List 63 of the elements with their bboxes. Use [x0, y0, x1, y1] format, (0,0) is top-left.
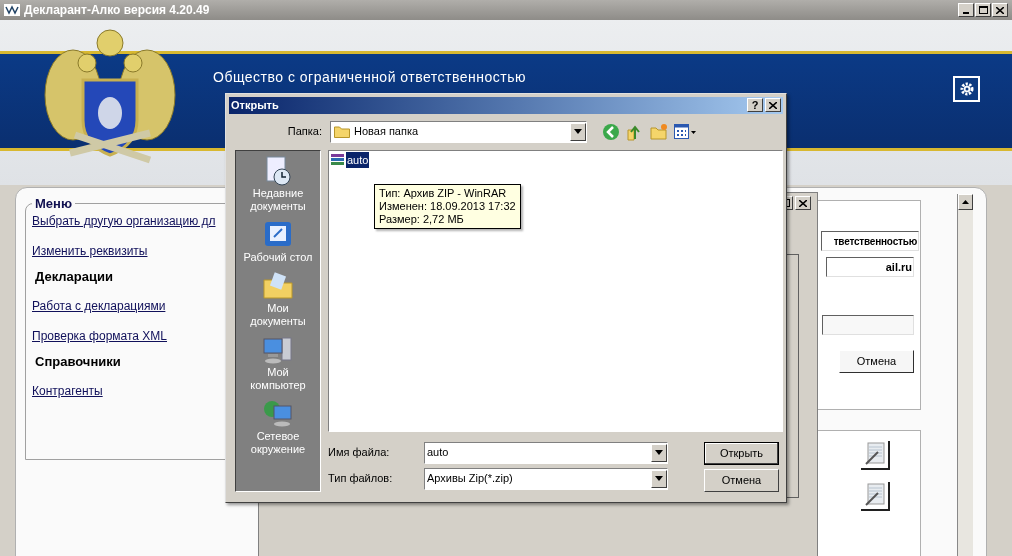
maximize-button[interactable] [975, 3, 991, 17]
edit-document-icon [863, 483, 886, 508]
cancel-button[interactable]: Отмена [839, 350, 914, 373]
section-heading: Справочники [35, 353, 121, 369]
archive-icon [330, 151, 346, 168]
text-field[interactable]: тветственностью [821, 231, 919, 251]
folder-name: Новая папка [354, 124, 420, 140]
help-button[interactable]: ? [747, 98, 763, 113]
text-field[interactable] [822, 315, 914, 335]
minimize-button[interactable] [958, 3, 974, 17]
folder-dropdown[interactable]: Новая папка [330, 120, 587, 143]
close-icon [799, 199, 807, 207]
tooltip-line: Изменен: 18.09.2013 17:32 [379, 199, 516, 213]
view-menu-icon[interactable] [674, 123, 696, 140]
file-name-label: Имя файла: [328, 445, 391, 461]
dropdown-button[interactable] [570, 122, 586, 141]
tooltip-line: Тип: Архив ZIP - WinRAR [379, 186, 508, 200]
caret-icon [574, 129, 582, 134]
close-button[interactable] [992, 3, 1008, 17]
close-button[interactable] [765, 98, 781, 113]
place-item[interactable]: Рабочий стол [236, 218, 320, 268]
cancel-button[interactable]: Отмена [704, 468, 779, 492]
window-title: Декларант-Алко версия 4.20.49 [24, 2, 211, 19]
menu-link[interactable]: Работа с декларациями [32, 298, 166, 314]
dropdown-button[interactable] [651, 443, 667, 462]
up-arrow-icon [962, 200, 969, 204]
back-icon[interactable] [602, 122, 620, 141]
folder-icon [334, 125, 350, 138]
settings-icon [958, 81, 975, 97]
edit-document-button[interactable] [861, 440, 890, 470]
menu-title: Меню [34, 195, 73, 213]
close-button[interactable] [795, 196, 811, 210]
company-name: Общество с ограниченной ответственностью [213, 68, 527, 87]
settings-button[interactable] [953, 76, 980, 102]
file-name-value: auto [427, 445, 450, 461]
close-icon [996, 6, 1004, 14]
section-heading: Декларации [35, 268, 113, 284]
menu-link[interactable]: Изменить реквизиты [32, 243, 148, 259]
place-item[interactable]: Мой компьютер [236, 333, 320, 396]
close-icon [769, 101, 777, 109]
caret-icon [655, 476, 663, 481]
place-item[interactable]: Сетевое окружение [236, 397, 320, 460]
place-item[interactable]: Недавние документы [236, 154, 320, 217]
open-button[interactable]: Открыть [704, 441, 779, 465]
folder-label: Папка: [286, 124, 322, 140]
app-icon [4, 4, 20, 16]
scroll-up-button[interactable] [958, 194, 973, 210]
text-field[interactable]: ail.ru [826, 257, 914, 277]
file-type-label: Тип файлов: [328, 471, 394, 487]
menu-link[interactable]: Проверка формата XML [32, 328, 167, 344]
edit-document-icon [863, 442, 886, 467]
caret-icon [655, 450, 663, 455]
menu-link[interactable]: Выбрать другую организацию дл [32, 213, 216, 229]
menu-link[interactable]: Контрагенты [32, 383, 103, 399]
dropdown-button[interactable] [651, 469, 667, 488]
file-type-value: Архивы Zip(*.zip) [427, 471, 514, 487]
maximize-icon [978, 6, 988, 14]
file-name-field[interactable]: auto [424, 441, 668, 464]
place-item[interactable]: Мои документы [236, 269, 320, 332]
file-type-dropdown[interactable]: Архивы Zip(*.zip) [424, 467, 668, 490]
dialog-title: Открыть [231, 98, 280, 113]
tooltip-line: Размер: 2,72 МБ [379, 212, 465, 226]
edit-document-button[interactable] [861, 481, 890, 511]
